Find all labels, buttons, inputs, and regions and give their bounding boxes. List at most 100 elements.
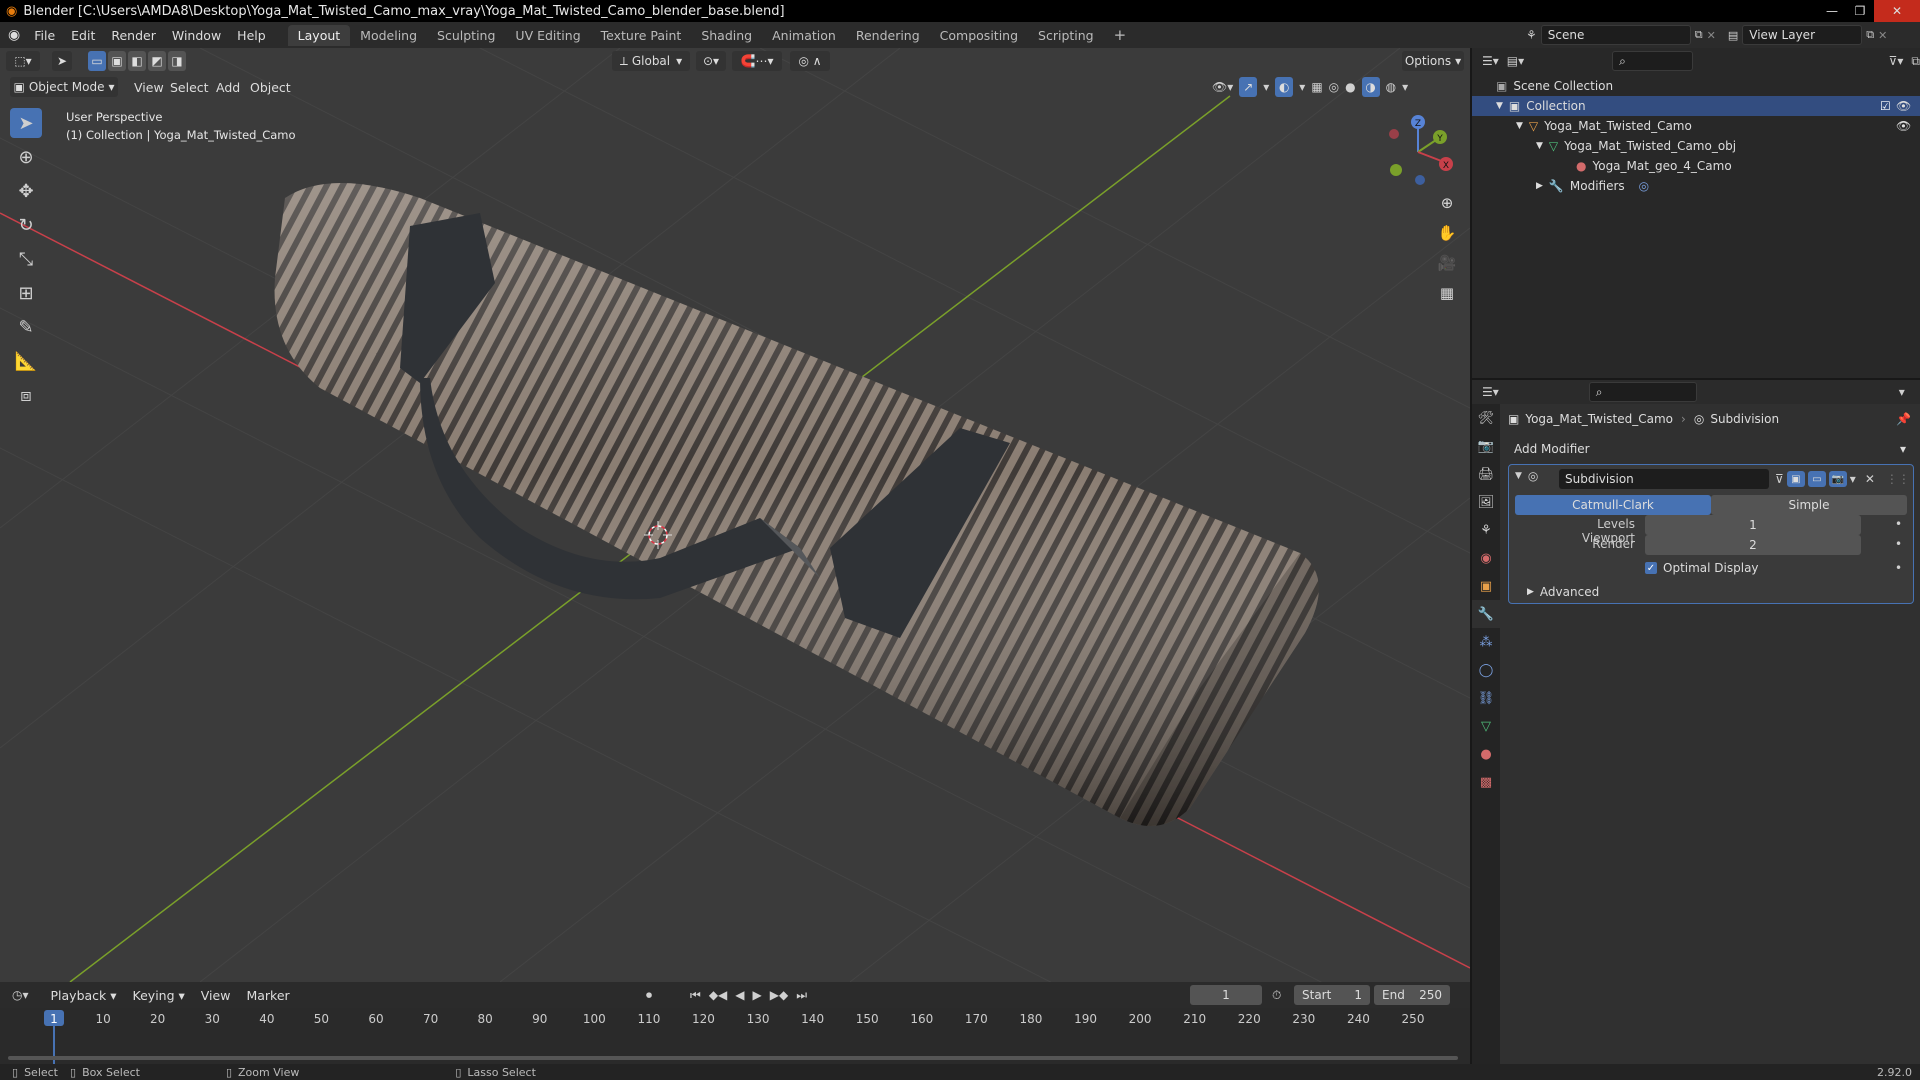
- gizmo-toggle-icon[interactable]: ↗: [1239, 77, 1258, 97]
- advanced-subpanel[interactable]: ▶ Advanced: [1527, 585, 1599, 599]
- modifier-name-input[interactable]: Subdivision: [1559, 469, 1769, 489]
- add-workspace-icon[interactable]: +: [1104, 23, 1137, 47]
- zoom-icon[interactable]: ⊕: [1434, 190, 1460, 216]
- outliner-modifiers[interactable]: ▶ 🔧 Modifiers ◎: [1472, 176, 1920, 196]
- outliner-editor-type-icon[interactable]: ☰▾: [1482, 54, 1499, 68]
- object-tab-icon[interactable]: ▣: [1472, 572, 1500, 600]
- maximize-button[interactable]: ❐: [1846, 0, 1874, 22]
- outliner-mesh[interactable]: ▼ ▽ Yoga_Mat_Twisted_Camo_obj: [1472, 136, 1920, 156]
- view-layer-icon[interactable]: ▤: [1728, 29, 1738, 42]
- tab-layout[interactable]: Layout: [287, 24, 351, 46]
- particles-tab-icon[interactable]: ⁂: [1472, 628, 1500, 656]
- properties-editor-type-icon[interactable]: ☰▾: [1482, 385, 1499, 399]
- annotate-tool-icon[interactable]: ✎: [10, 312, 42, 342]
- pivot-point-icon[interactable]: ⊙▾: [696, 51, 726, 71]
- rotate-tool-icon[interactable]: ↻: [10, 210, 42, 240]
- tab-compositing[interactable]: Compositing: [930, 25, 1028, 46]
- perspective-toggle-icon[interactable]: ▦: [1434, 280, 1460, 306]
- tab-rendering[interactable]: Rendering: [846, 25, 930, 46]
- drag-handle-icon[interactable]: ⋮⋮: [1886, 472, 1910, 486]
- properties-options-icon[interactable]: ▾: [1899, 385, 1905, 399]
- levels-viewport-field[interactable]: 1: [1645, 515, 1861, 535]
- tab-uv-editing[interactable]: UV Editing: [505, 25, 590, 46]
- keyframe-dot-icon[interactable]: •: [1895, 537, 1902, 551]
- timeline-menu-view[interactable]: View: [193, 988, 239, 1003]
- viewport-toggle-icon[interactable]: ▭: [1807, 471, 1826, 487]
- timeline-scrollbar[interactable]: [8, 1056, 1458, 1060]
- modifier-tab-icon[interactable]: 🔧: [1472, 600, 1500, 628]
- scene-icon[interactable]: ⚘: [1526, 28, 1537, 42]
- visibility-icon[interactable]: 👁▾: [1212, 80, 1233, 94]
- material-tab-icon[interactable]: ●: [1472, 740, 1500, 768]
- tool-tab-icon[interactable]: 🛠: [1472, 404, 1500, 432]
- object-visibility-eye-icon[interactable]: 👁: [1896, 119, 1911, 133]
- jump-keyframe-forward-icon[interactable]: ▶◆: [770, 988, 788, 1003]
- options-dropdown[interactable]: Options ▾: [1402, 51, 1464, 71]
- visibility-eye-icon[interactable]: 👁: [1896, 99, 1911, 113]
- close-button[interactable]: ✕: [1874, 0, 1920, 22]
- properties-search-input[interactable]: ⌕: [1588, 382, 1697, 402]
- snapping-icon[interactable]: 🧲⋯▾: [732, 51, 782, 71]
- filter-icon[interactable]: ⊽▾: [1889, 54, 1904, 68]
- timeline-editor-type-icon[interactable]: ◷▾: [12, 988, 29, 1002]
- data-tab-icon[interactable]: ▽: [1472, 712, 1500, 740]
- expand-modifiers-icon[interactable]: ▶: [1536, 181, 1543, 191]
- scene-selector[interactable]: Scene: [1540, 25, 1691, 45]
- new-collection-icon[interactable]: ⧉: [1911, 54, 1920, 69]
- output-tab-icon[interactable]: 🖨: [1472, 460, 1500, 488]
- pin-icon[interactable]: 📌: [1896, 412, 1911, 426]
- modifier-menu-icon[interactable]: ▾: [1850, 472, 1856, 486]
- tab-animation[interactable]: Animation: [762, 25, 846, 46]
- remove-view-layer-icon[interactable]: ✕: [1878, 29, 1887, 42]
- box-select-subtract-icon[interactable]: ◧: [128, 51, 146, 71]
- render-toggle-icon[interactable]: 📷: [1828, 471, 1847, 487]
- tab-scripting[interactable]: Scripting: [1028, 25, 1104, 46]
- minimize-button[interactable]: —: [1818, 0, 1846, 22]
- scale-tool-icon[interactable]: ⤡: [10, 244, 42, 274]
- render-levels-field[interactable]: 2: [1645, 535, 1861, 555]
- select-box-tool-icon[interactable]: ➤: [10, 108, 42, 138]
- simple-button[interactable]: Simple: [1711, 495, 1907, 515]
- transform-orientation-dropdown[interactable]: ⟂ Global ▾: [612, 51, 690, 71]
- world-tab-icon[interactable]: ◉: [1472, 544, 1500, 572]
- measure-tool-icon[interactable]: 📐: [10, 346, 42, 376]
- tab-sculpting[interactable]: Sculpting: [427, 25, 505, 46]
- auto-keying-icon[interactable]: ⏺: [646, 988, 652, 1003]
- view-layer-selector[interactable]: View Layer: [1742, 25, 1863, 45]
- collapse-modifier-icon[interactable]: ▼: [1515, 471, 1522, 481]
- tab-shading[interactable]: Shading: [691, 25, 762, 46]
- outliner-object[interactable]: ▼ ▽ Yoga_Mat_Twisted_Camo 👁: [1472, 116, 1920, 136]
- play-reverse-icon[interactable]: ◀: [735, 988, 744, 1003]
- cursor-tool-icon[interactable]: ⊕: [10, 142, 42, 172]
- solid-shading-icon[interactable]: ●: [1345, 80, 1355, 94]
- object-mode-dropdown[interactable]: ▣ Object Mode ▾: [10, 77, 118, 97]
- wireframe-shading-icon[interactable]: ◎: [1329, 80, 1339, 94]
- tab-texture-paint[interactable]: Texture Paint: [591, 25, 692, 46]
- constraints-tab-icon[interactable]: ⛓: [1472, 684, 1500, 712]
- box-select-invert-icon[interactable]: ◩: [148, 51, 166, 71]
- box-select-intersect-icon[interactable]: ◨: [168, 51, 186, 71]
- jump-keyframe-back-icon[interactable]: ◆◀: [709, 988, 727, 1003]
- edit-mode-toggle-icon[interactable]: ⊽: [1775, 472, 1784, 486]
- add-modifier-dropdown[interactable]: Add Modifier ▾: [1508, 438, 1912, 460]
- pan-hand-icon[interactable]: ✋: [1434, 220, 1460, 246]
- timeline-frame-area[interactable]: 1 10 20 30 40 50 60 70 80 90 100 110 120 130 140 150 160…: [0, 1008, 1470, 1064]
- optimal-display-checkbox[interactable]: ✓ Optimal Display: [1645, 561, 1759, 575]
- editor-type-icon[interactable]: ⬚▾: [6, 51, 40, 71]
- delete-modifier-icon[interactable]: ✕: [1865, 472, 1875, 486]
- exclude-checkbox-icon[interactable]: ☑: [1880, 99, 1891, 113]
- physics-tab-icon[interactable]: ◯: [1472, 656, 1500, 684]
- end-frame-field[interactable]: End 250: [1374, 985, 1450, 1005]
- jump-end-icon[interactable]: ⏭: [796, 988, 807, 1003]
- rendered-shading-icon[interactable]: ◍: [1386, 80, 1396, 94]
- transform-tool-icon[interactable]: ⊞: [10, 278, 42, 308]
- menu-window[interactable]: Window: [164, 28, 229, 43]
- view-layer-tab-icon[interactable]: 🖼: [1472, 488, 1500, 516]
- proportional-editing-icon[interactable]: ◎ ∧: [790, 51, 830, 71]
- start-frame-field[interactable]: Start 1: [1294, 985, 1370, 1005]
- scene-tab-icon[interactable]: ⚘: [1472, 516, 1500, 544]
- keyframe-dot-icon[interactable]: •: [1895, 561, 1902, 575]
- texture-tab-icon[interactable]: ▩: [1472, 768, 1500, 796]
- outliner-collection[interactable]: ▼ ▣ Collection ☑ 👁: [1472, 96, 1920, 116]
- box-select-new-icon[interactable]: ▭: [88, 51, 106, 71]
